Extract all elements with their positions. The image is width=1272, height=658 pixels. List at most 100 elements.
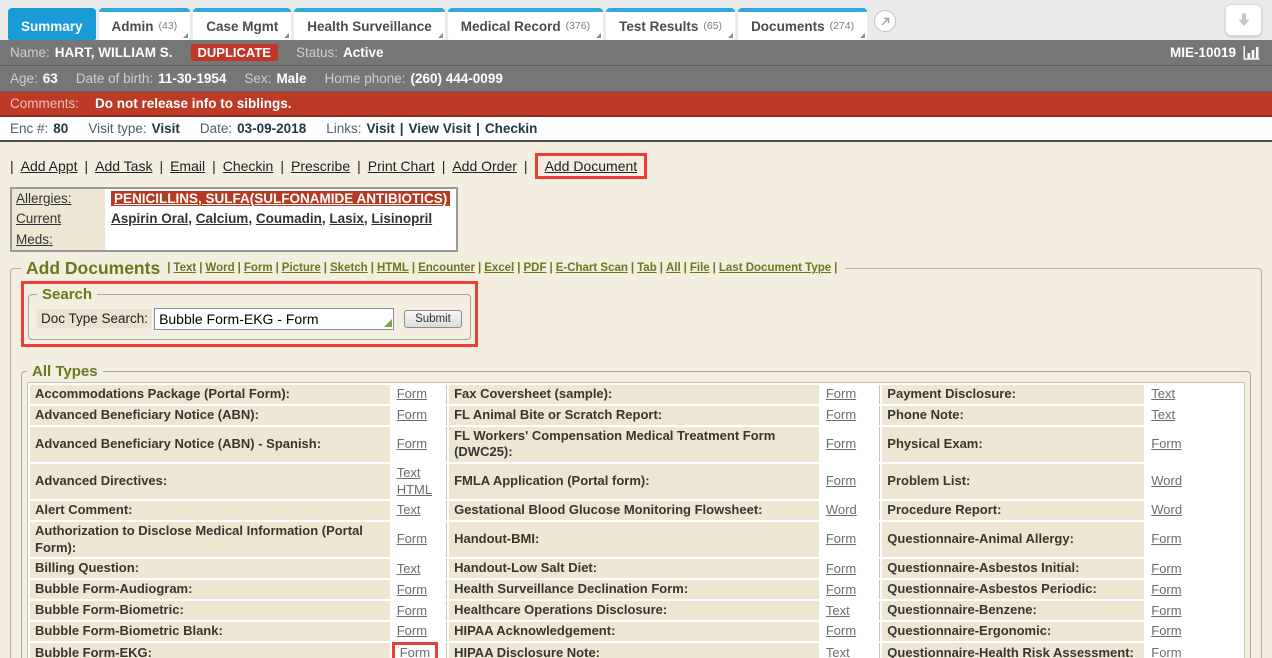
duplicate-badge[interactable]: DUPLICATE (191, 44, 278, 61)
highlight-box-ekg-form: Form (392, 642, 438, 658)
doc-link-bubble-form-biometric-form[interactable]: Form (397, 603, 427, 618)
doc-link-fl-animal-bite-or-scratch-report-form[interactable]: Form (826, 407, 856, 422)
doc-link-questionnaire-ergonomic-form[interactable]: Form (1151, 623, 1181, 638)
doc-link-health-surveillance-declination-form-form[interactable]: Form (826, 582, 856, 597)
doc-format-link-last-document-type[interactable]: Last Document Type (719, 262, 831, 274)
current-meds-label-link[interactable]: Current Meds: (12, 209, 105, 250)
doc-link-advanced-directives-html[interactable]: HTML (397, 482, 432, 497)
doc-link-questionnaire-asbestos-initial-form[interactable]: Form (1151, 561, 1181, 576)
doc-link-fl-workers-compensation-medical-treatment-form-dwc25-form[interactable]: Form (826, 436, 856, 451)
action-link-print-chart[interactable]: Print Chart (368, 158, 435, 174)
allergies-label-link[interactable]: Allergies: (12, 189, 105, 209)
doc-format-link-pdf[interactable]: PDF (523, 262, 546, 274)
action-link-checkin[interactable]: Checkin (223, 158, 274, 174)
action-link-email[interactable]: Email (170, 158, 205, 174)
doc-format-link-e-chart-scan[interactable]: E-Chart Scan (556, 262, 628, 274)
tab-medical-record[interactable]: Medical Record(376) (448, 8, 603, 40)
encounter-link-visit[interactable]: Visit (366, 121, 394, 136)
med-link-calcium[interactable]: Calcium (196, 211, 249, 226)
doc-link-healthcare-operations-disclosure-text[interactable]: Text (826, 603, 850, 618)
tab-case-mgmt[interactable]: Case Mgmt (193, 8, 291, 40)
encounter-link-view-visit[interactable]: View Visit (409, 121, 472, 136)
doc-link-phone-note-text[interactable]: Text (1151, 407, 1175, 422)
doc-format-link-all[interactable]: All (666, 262, 681, 274)
tab-label: Documents (751, 19, 825, 34)
tab-admin[interactable]: Admin(43) (99, 8, 191, 40)
tab-summary[interactable]: Summary (8, 8, 96, 40)
doc-link-questionnaire-animal-allergy-form[interactable]: Form (1151, 531, 1181, 546)
doc-type-label: HIPAA Acknowledgement: (449, 622, 819, 641)
doc-link-problem-list-word[interactable]: Word (1151, 473, 1182, 488)
action-link-add-document[interactable]: Add Document (545, 158, 638, 174)
external-link-button[interactable] (874, 10, 896, 32)
doc-type-label: FL Workers' Compensation Medical Treatme… (449, 427, 819, 463)
doc-link-billing-question-text[interactable]: Text (397, 561, 421, 576)
doc-type-links: Form (392, 427, 447, 463)
doc-link-questionnaire-benzene-form[interactable]: Form (1151, 603, 1181, 618)
med-link-aspirin-oral[interactable]: Aspirin Oral (111, 211, 188, 226)
doc-link-bubble-form-ekg-form[interactable]: Form (400, 645, 430, 658)
separator: | (517, 262, 520, 274)
encounter-links: Visit|View Visit|Checkin (366, 121, 537, 136)
tab-documents[interactable]: Documents(274) (738, 8, 867, 40)
doc-type-links: Text (1146, 406, 1242, 425)
doc-format-link-tab[interactable]: Tab (637, 262, 657, 274)
doc-link-bubble-form-audiogram-form[interactable]: Form (397, 582, 427, 597)
chart-icon[interactable] (1243, 45, 1262, 60)
doc-type-links: Form (1146, 601, 1242, 620)
doc-link-questionnaire-asbestos-periodic-form[interactable]: Form (1151, 582, 1181, 597)
doc-link-accommodations-package-portal-form-form[interactable]: Form (397, 386, 427, 401)
doc-link-hipaa-disclosure-note-text[interactable]: Text (826, 645, 850, 658)
name-label: Name: (10, 45, 50, 60)
encounter-link-checkin[interactable]: Checkin (485, 121, 538, 136)
action-link-add-appt[interactable]: Add Appt (21, 158, 78, 174)
action-link-prescribe[interactable]: Prescribe (291, 158, 350, 174)
doc-type-label: Questionnaire-Animal Allergy: (882, 522, 1144, 558)
doc-link-advanced-beneficiary-notice-abn-form[interactable]: Form (397, 407, 427, 422)
med-link-coumadin[interactable]: Coumadin (256, 211, 322, 226)
submit-button[interactable]: Submit (404, 310, 462, 328)
doc-format-link-text[interactable]: Text (173, 262, 196, 274)
doc-format-link-encounter[interactable]: Encounter (418, 262, 475, 274)
med-link-lasix[interactable]: Lasix (329, 211, 364, 226)
doc-type-links: Form (821, 580, 880, 599)
doc-link-fmla-application-portal-form-form[interactable]: Form (826, 473, 856, 488)
doc-format-link-excel[interactable]: Excel (484, 262, 514, 274)
doc-link-handout-bmi-form[interactable]: Form (826, 531, 856, 546)
tab-test-results[interactable]: Test Results(65) (606, 8, 735, 40)
doc-format-link-file[interactable]: File (690, 262, 710, 274)
doc-link-gestational-blood-glucose-monitoring-flowsheet-word[interactable]: Word (826, 502, 857, 517)
doc-format-link-html[interactable]: HTML (377, 262, 409, 274)
table-row: Alert Comment:TextGestational Blood Gluc… (30, 501, 1242, 520)
download-button[interactable] (1225, 4, 1262, 36)
doc-format-link-form[interactable]: Form (244, 262, 273, 274)
doc-link-payment-disclosure-text[interactable]: Text (1151, 386, 1175, 401)
doc-format-link-picture[interactable]: Picture (282, 262, 321, 274)
doc-link-advanced-directives-text[interactable]: Text (397, 465, 421, 480)
doc-type-label: Questionnaire-Benzene: (882, 601, 1144, 620)
highlight-box-add-document: Add Document (535, 153, 648, 179)
doc-link-bubble-form-biometric-blank-form[interactable]: Form (397, 623, 427, 638)
doc-link-physical-exam-form[interactable]: Form (1151, 436, 1181, 451)
action-link-add-order[interactable]: Add Order (452, 158, 517, 174)
visit-type-value: Visit (152, 121, 180, 136)
doc-link-hipaa-acknowledgement-form[interactable]: Form (826, 623, 856, 638)
doc-link-advanced-beneficiary-notice-abn-spanish-form[interactable]: Form (397, 436, 427, 451)
action-link-add-task[interactable]: Add Task (95, 158, 152, 174)
doc-link-procedure-report-word[interactable]: Word (1151, 502, 1182, 517)
separator: | (159, 158, 163, 174)
patient-name-bar: Name: HART, WILLIAM S. DUPLICATE Status:… (0, 40, 1272, 66)
doc-link-authorization-to-disclose-medical-information-portal-form-form[interactable]: Form (397, 531, 427, 546)
allergies-value-link[interactable]: PENICILLINS, SULFA(SULFONAMIDE ANTIBIOTI… (111, 191, 450, 206)
separator: | (324, 262, 327, 274)
doc-link-alert-comment-text[interactable]: Text (397, 502, 421, 517)
doc-link-handout-low-salt-diet-form[interactable]: Form (826, 561, 856, 576)
table-row: Bubble Form-Biometric Blank:FormHIPAA Ac… (30, 622, 1242, 641)
doc-type-search-input[interactable] (154, 308, 394, 330)
doc-format-link-word[interactable]: Word (205, 262, 234, 274)
doc-format-link-sketch[interactable]: Sketch (330, 262, 368, 274)
med-link-lisinopril[interactable]: Lisinopril (371, 211, 432, 226)
doc-link-fax-coversheet-sample-form[interactable]: Form (826, 386, 856, 401)
tab-health-surveillance[interactable]: Health Surveillance (294, 8, 445, 40)
doc-link-questionnaire-health-risk-assessment-form[interactable]: Form (1151, 645, 1181, 658)
